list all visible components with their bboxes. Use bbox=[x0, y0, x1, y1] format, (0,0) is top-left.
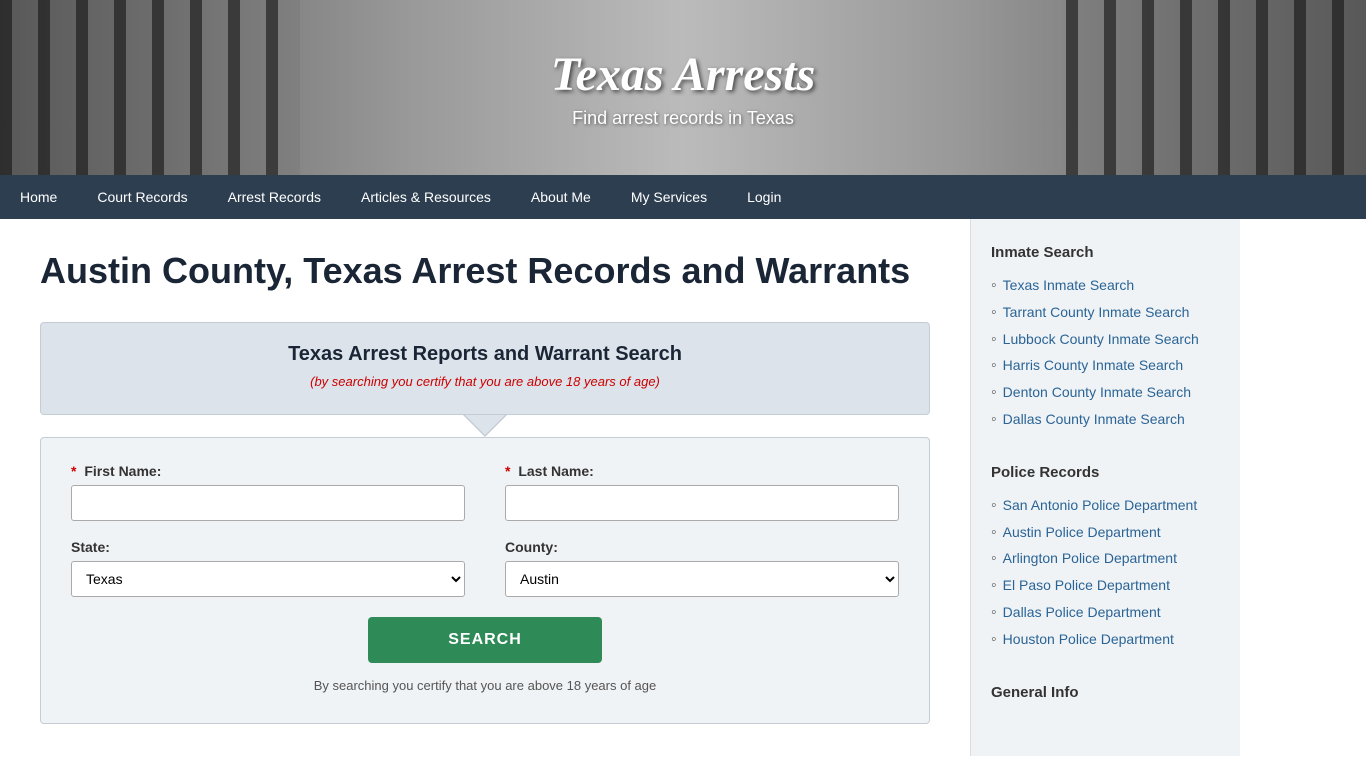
link-elpaso-pd[interactable]: El Paso Police Department bbox=[1003, 576, 1170, 596]
sidebar-police-records: Police Records San Antonio Police Depart… bbox=[991, 464, 1220, 654]
police-records-list: San Antonio Police Department Austin Pol… bbox=[991, 493, 1220, 654]
state-label: State: bbox=[71, 539, 465, 555]
nav-my-services[interactable]: My Services bbox=[611, 175, 727, 219]
list-item: Dallas Police Department bbox=[991, 600, 1220, 627]
link-harris-inmate[interactable]: Harris County Inmate Search bbox=[1003, 356, 1184, 376]
sidebar: Inmate Search Texas Inmate Search Tarran… bbox=[970, 219, 1240, 756]
site-header: Texas Arrests Find arrest records in Tex… bbox=[0, 0, 1366, 175]
inmate-search-list: Texas Inmate Search Tarrant County Inmat… bbox=[991, 273, 1220, 434]
list-item: Austin Police Department bbox=[991, 520, 1220, 547]
last-name-required: * bbox=[505, 463, 510, 479]
list-item: San Antonio Police Department bbox=[991, 493, 1220, 520]
link-austin-pd[interactable]: Austin Police Department bbox=[1003, 523, 1161, 543]
general-info-title: General Info bbox=[991, 684, 1220, 701]
nav-login[interactable]: Login bbox=[727, 175, 801, 219]
search-form: * First Name: * Last Name: bbox=[71, 463, 899, 693]
list-item: El Paso Police Department bbox=[991, 573, 1220, 600]
nav-arrest-records[interactable]: Arrest Records bbox=[208, 175, 341, 219]
search-button[interactable]: SEARCH bbox=[368, 617, 602, 663]
list-item: Denton County Inmate Search bbox=[991, 380, 1220, 407]
first-name-label: * First Name: bbox=[71, 463, 465, 479]
search-box-subtitle: (by searching you certify that you are a… bbox=[71, 374, 899, 389]
search-box-header: Texas Arrest Reports and Warrant Search … bbox=[40, 322, 930, 415]
first-name-required: * bbox=[71, 463, 76, 479]
county-select[interactable]: Austin bbox=[505, 561, 899, 597]
sidebar-general-info: General Info bbox=[991, 684, 1220, 701]
form-disclaimer: By searching you certify that you are ab… bbox=[71, 678, 899, 693]
county-group: County: Austin bbox=[505, 539, 899, 597]
list-item: Dallas County Inmate Search bbox=[991, 407, 1220, 434]
link-arlington-pd[interactable]: Arlington Police Department bbox=[1003, 549, 1177, 569]
list-item: Houston Police Department bbox=[991, 627, 1220, 654]
list-item: Arlington Police Department bbox=[991, 546, 1220, 573]
search-form-container: * First Name: * Last Name: bbox=[40, 437, 930, 724]
link-denton-inmate[interactable]: Denton County Inmate Search bbox=[1003, 383, 1191, 403]
link-lubbock-inmate[interactable]: Lubbock County Inmate Search bbox=[1003, 330, 1199, 350]
inmate-search-title: Inmate Search bbox=[991, 244, 1220, 261]
link-houston-pd[interactable]: Houston Police Department bbox=[1003, 630, 1174, 650]
page-layout: Austin County, Texas Arrest Records and … bbox=[0, 219, 1366, 756]
last-name-input[interactable] bbox=[505, 485, 899, 521]
site-title: Texas Arrests bbox=[551, 47, 816, 102]
county-label: County: bbox=[505, 539, 899, 555]
link-dallas-pd[interactable]: Dallas Police Department bbox=[1003, 603, 1161, 623]
nav-about-me[interactable]: About Me bbox=[511, 175, 611, 219]
sidebar-inmate-search: Inmate Search Texas Inmate Search Tarran… bbox=[991, 244, 1220, 434]
nav-home[interactable]: Home bbox=[0, 175, 77, 219]
name-row: * First Name: * Last Name: bbox=[71, 463, 899, 521]
page-title: Austin County, Texas Arrest Records and … bbox=[40, 249, 930, 292]
search-button-wrap: SEARCH bbox=[71, 617, 899, 663]
link-dallas-inmate[interactable]: Dallas County Inmate Search bbox=[1003, 410, 1185, 430]
arrow-down bbox=[463, 415, 507, 437]
state-select[interactable]: Texas bbox=[71, 561, 465, 597]
last-name-group: * Last Name: bbox=[505, 463, 899, 521]
list-item: Lubbock County Inmate Search bbox=[991, 327, 1220, 354]
nav-court-records[interactable]: Court Records bbox=[77, 175, 207, 219]
first-name-group: * First Name: bbox=[71, 463, 465, 521]
police-records-title: Police Records bbox=[991, 464, 1220, 481]
first-name-input[interactable] bbox=[71, 485, 465, 521]
last-name-label: * Last Name: bbox=[505, 463, 899, 479]
main-nav: Home Court Records Arrest Records Articl… bbox=[0, 175, 1366, 219]
link-san-antonio-pd[interactable]: San Antonio Police Department bbox=[1003, 496, 1198, 516]
link-tarrant-inmate[interactable]: Tarrant County Inmate Search bbox=[1003, 303, 1190, 323]
nav-articles-resources[interactable]: Articles & Resources bbox=[341, 175, 511, 219]
main-content: Austin County, Texas Arrest Records and … bbox=[0, 219, 970, 756]
site-subtitle: Find arrest records in Texas bbox=[572, 108, 794, 129]
search-box-title: Texas Arrest Reports and Warrant Search bbox=[71, 343, 899, 366]
list-item: Tarrant County Inmate Search bbox=[991, 300, 1220, 327]
location-row: State: Texas County: Austin bbox=[71, 539, 899, 597]
list-item: Harris County Inmate Search bbox=[991, 353, 1220, 380]
list-item: Texas Inmate Search bbox=[991, 273, 1220, 300]
state-group: State: Texas bbox=[71, 539, 465, 597]
link-texas-inmate[interactable]: Texas Inmate Search bbox=[1003, 276, 1135, 296]
